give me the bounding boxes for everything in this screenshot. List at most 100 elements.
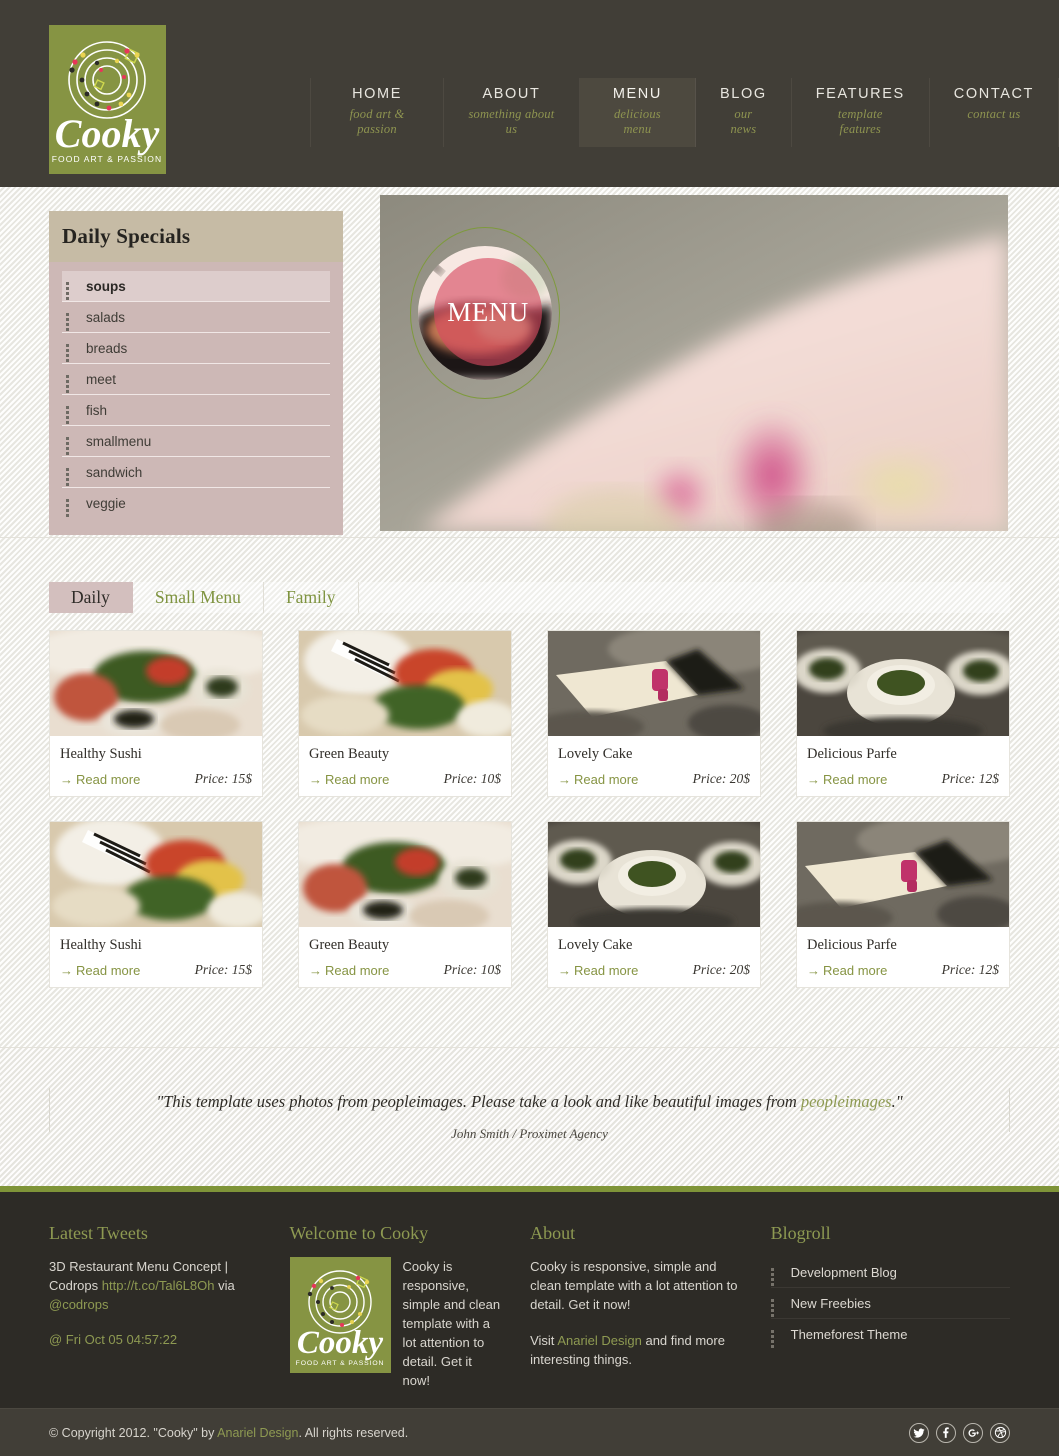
sidebar-item-veggie[interactable]: veggie: [62, 488, 330, 519]
card-price: Price: 10$: [443, 771, 501, 786]
dish-photo-cake: [548, 631, 760, 736]
nav-item-contact[interactable]: CONTACT contact us: [930, 78, 1059, 147]
facebook-icon[interactable]: [936, 1422, 956, 1443]
site-header: Cooky FOOD ART & PASSION HOME food art &…: [0, 0, 1059, 187]
blogroll-item-new-freebies[interactable]: New Freebies: [770, 1288, 1010, 1319]
read-more-link[interactable]: → Read more: [558, 772, 638, 787]
site-logo[interactable]: Cooky FOOD ART & PASSION: [49, 25, 166, 174]
read-more-link[interactable]: → Read more: [807, 963, 887, 978]
menu-badge[interactable]: MENU: [410, 227, 560, 399]
welcome-logo[interactable]: Cooky FOOD ART & PASSION: [289, 1257, 391, 1373]
grid-dots-icon: [66, 281, 75, 300]
grid-dots-icon: [66, 343, 75, 362]
nav-label: MENU: [612, 86, 662, 102]
arrow-right-icon: →: [60, 962, 73, 978]
sidebar-item-label: soups: [86, 278, 126, 294]
nav-item-about[interactable]: ABOUT something about us: [444, 78, 580, 147]
footer-heading-blogroll: Blogroll: [770, 1223, 831, 1243]
menu-card[interactable]: Healthy Sushi → Read more Price: 15$: [49, 630, 263, 797]
dish-photo-cake: [797, 822, 1009, 927]
dish-photo-sushi: [299, 822, 511, 927]
footer-column-welcome: Welcome to Cooky Cooky FOOD ART & PASSIO…: [289, 1223, 531, 1428]
main-navigation[interactable]: HOME food art & passion ABOUT something …: [310, 78, 1059, 147]
sidebar-item-salads[interactable]: salads: [62, 302, 330, 333]
read-more-link[interactable]: → Read more: [60, 963, 140, 978]
dish-photo-sushi: [50, 631, 262, 736]
copyright-after: . All rights reserved.: [298, 1425, 409, 1440]
menu-card[interactable]: Delicious Parfe → Read more Price: 12$: [796, 630, 1010, 797]
blogroll-item-development-blog[interactable]: Development Blog: [770, 1257, 1010, 1288]
tab-small-menu[interactable]: Small Menu: [133, 582, 264, 613]
menu-cards-section: Daily Small Menu Family Healthy Sushi → …: [0, 537, 1059, 1047]
menu-card[interactable]: Lovely Cake → Read more Price: 20$: [547, 821, 761, 988]
nav-item-home[interactable]: HOME food art & passion: [310, 78, 445, 147]
read-more-link[interactable]: → Read more: [60, 772, 140, 787]
tweet-link[interactable]: http://t.co/Tal6L8Oh: [102, 1278, 215, 1293]
sidebar-item-label: sandwich: [86, 464, 143, 480]
nav-item-features[interactable]: FEATURES template features: [792, 78, 930, 147]
menu-card[interactable]: Delicious Parfe → Read more Price: 12$: [796, 821, 1010, 988]
twitter-icon[interactable]: [909, 1422, 929, 1443]
menu-card[interactable]: Green Beauty → Read more Price: 10$: [298, 821, 512, 988]
grid-dots-icon: [66, 312, 75, 331]
dish-photo-green-beauty: [50, 822, 262, 927]
menu-badge-overlay: MENU: [434, 258, 542, 366]
grid-dots-icon: [770, 1330, 780, 1348]
blogroll-item-themeforest-theme[interactable]: Themeforest Theme: [770, 1319, 1010, 1350]
card-price: Price: 15$: [194, 771, 252, 786]
read-more-link[interactable]: → Read more: [309, 963, 389, 978]
footer-heading-tweets: Latest Tweets: [49, 1223, 148, 1243]
card-body: Delicious Parfe → Read more Price: 12$: [797, 736, 1009, 796]
sidebar-item-soups[interactable]: soups: [62, 271, 330, 302]
tab-daily[interactable]: Daily: [49, 582, 133, 613]
menu-card[interactable]: Lovely Cake → Read more Price: 20$: [547, 630, 761, 797]
social-links: [909, 1422, 1010, 1443]
sidebar-item-label: meet: [86, 371, 117, 387]
menu-card[interactable]: Green Beauty → Read more Price: 10$: [298, 630, 512, 797]
about-text-before: Visit: [530, 1333, 558, 1348]
sidebar-item-label: fish: [86, 402, 108, 418]
dribbble-icon[interactable]: [990, 1422, 1010, 1443]
footer-heading-welcome: Welcome to Cooky: [289, 1223, 429, 1243]
arrow-right-icon: →: [558, 771, 571, 787]
card-body: Green Beauty → Read more Price: 10$: [299, 927, 511, 987]
nav-item-blog[interactable]: BLOG our news: [696, 78, 792, 147]
card-footer: → Read more Price: 10$: [309, 771, 501, 787]
cooky-logo-icon: Cooky FOOD ART & PASSION: [295, 1270, 384, 1367]
arrow-right-icon: →: [309, 771, 322, 787]
peopleimages-link[interactable]: peopleimages: [801, 1092, 892, 1111]
read-more-label: Read more: [325, 771, 390, 787]
site-footer: Latest Tweets 3D Restaurant Menu Concept…: [0, 1192, 1059, 1428]
testimonial-author: John Smith / Proximet Agency: [451, 1126, 608, 1141]
footer-column-about: About Cooky is responsive, simple and cl…: [530, 1223, 771, 1428]
card-footer: → Read more Price: 15$: [60, 962, 252, 978]
anariel-design-link[interactable]: Anariel Design: [217, 1426, 298, 1440]
svg-text:FOOD ART & PASSION: FOOD ART & PASSION: [295, 1360, 384, 1367]
nav-sublabel: template features: [837, 107, 883, 136]
sidebar-item-breads[interactable]: breads: [62, 333, 330, 364]
menu-badge-label: MENU: [447, 296, 529, 327]
anariel-design-link[interactable]: Anariel Design: [557, 1333, 642, 1348]
daily-specials-title: Daily Specials: [62, 224, 191, 248]
google-plus-icon[interactable]: [963, 1422, 983, 1443]
menu-card[interactable]: Healthy Sushi → Read more Price: 15$: [49, 821, 263, 988]
cooky-logo-icon: Cooky FOOD ART & PASSION: [52, 41, 161, 164]
read-more-link[interactable]: → Read more: [558, 963, 638, 978]
card-footer: → Read more Price: 20$: [558, 962, 750, 978]
sidebar-item-smallmenu[interactable]: smallmenu: [62, 426, 330, 457]
sidebar-item-fish[interactable]: fish: [62, 395, 330, 426]
sidebar-item-sandwich[interactable]: sandwich: [62, 457, 330, 488]
sidebar-item-meet[interactable]: meet: [62, 364, 330, 395]
tweet-handle-link[interactable]: @codrops: [49, 1297, 108, 1312]
card-body: Healthy Sushi → Read more Price: 15$: [50, 736, 262, 796]
card-title: Healthy Sushi: [60, 746, 142, 762]
card-title: Healthy Sushi: [60, 937, 142, 953]
dish-photo-green-beauty: [299, 631, 511, 736]
daily-specials-panel: Daily Specials soups salads breads meet: [49, 211, 343, 535]
tab-family[interactable]: Family: [264, 582, 359, 613]
grid-dots-icon: [66, 405, 75, 424]
read-more-link[interactable]: → Read more: [807, 772, 887, 787]
read-more-link[interactable]: → Read more: [309, 772, 389, 787]
menu-tabs[interactable]: Daily Small Menu Family: [49, 582, 1010, 613]
nav-item-menu[interactable]: MENU delicious menu: [579, 78, 697, 147]
